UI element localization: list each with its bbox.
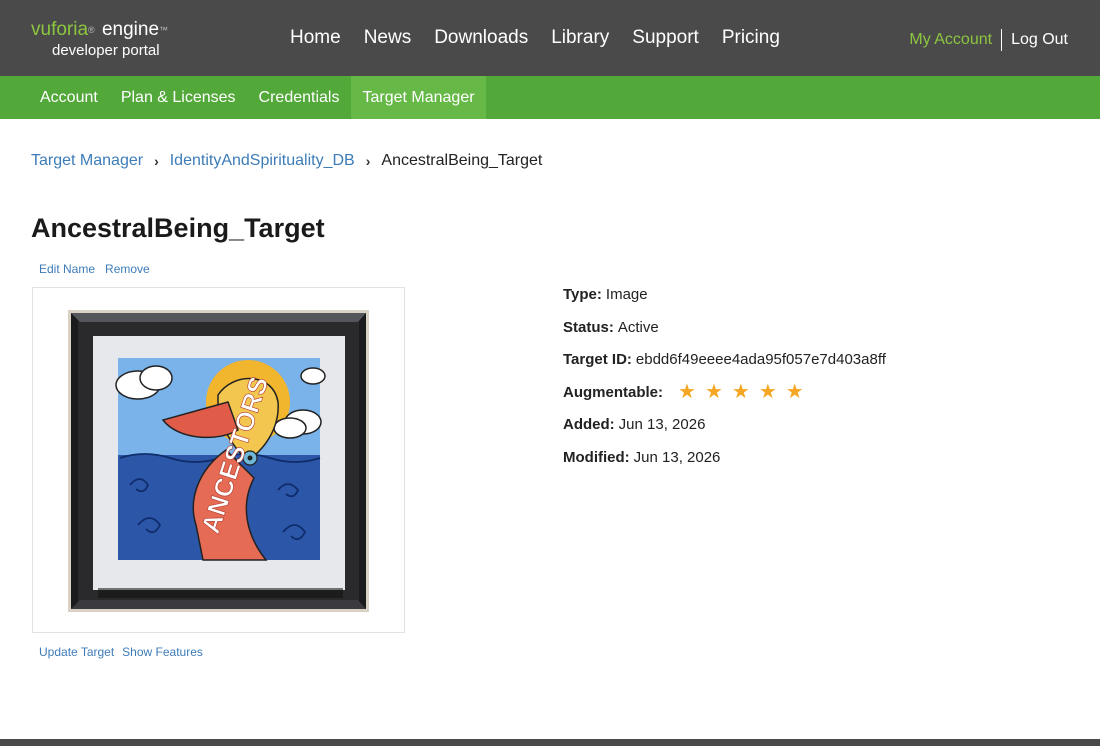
detail-augmentable: Augmentable: ★ ★ ★ ★ ★ [563, 382, 886, 415]
detail-modified: Modified: Jun 13, 2026 [563, 447, 886, 480]
update-target-link[interactable]: Update Target [39, 645, 114, 659]
vuforia-logo[interactable]: vuforia® engine™ developer portal [31, 18, 191, 62]
nav-support[interactable]: Support [632, 26, 699, 50]
star-icon: ★ [704, 380, 723, 403]
logo-registered-mark: ® [88, 25, 95, 35]
detail-type: Type: Image [563, 284, 886, 317]
show-features-link[interactable]: Show Features [122, 645, 203, 659]
remove-link[interactable]: Remove [105, 262, 150, 276]
breadcrumb-database[interactable]: IdentityAndSpirituality_DB [170, 150, 355, 172]
logo-engine: engine [101, 19, 160, 40]
target-actions: Edit Name Remove [39, 262, 160, 276]
status-label: Status: [563, 318, 614, 336]
added-label: Added: [563, 416, 615, 434]
subnav-account[interactable]: Account [0, 76, 109, 119]
type-label: Type: [563, 286, 602, 303]
target-image: ANCESTORS [68, 310, 369, 612]
modified-label: Modified: [563, 448, 630, 466]
subnav-target-manager[interactable]: Target Manager [350, 76, 487, 119]
status-value: Active [617, 318, 659, 336]
augmentable-label: Augmentable: [563, 383, 664, 401]
target-details: Type: Image Status: Active Target ID: eb… [563, 284, 886, 480]
sub-nav: Account Plan & Licenses Credentials Targ… [0, 76, 1100, 119]
main-nav: Home News Downloads Library Support Pric… [290, 26, 803, 50]
nav-library[interactable]: Library [551, 26, 609, 50]
breadcrumb-current: AncestralBeing_Target [381, 152, 543, 169]
nav-downloads[interactable]: Downloads [434, 26, 528, 50]
modified-value: Jun 13, 2026 [633, 448, 721, 466]
footer-bar [0, 739, 1100, 746]
augmentable-rating: ★ ★ ★ ★ ★ [678, 382, 813, 402]
target-id-value: ebdd6f49eeee4ada95f057e7d403a8ff [635, 351, 886, 369]
log-out-link[interactable]: Log Out [1011, 31, 1068, 49]
subnav-plan-licenses[interactable]: Plan & Licenses [109, 76, 247, 119]
logo-trademark: ™ [159, 25, 169, 35]
detail-target-id: Target ID: ebdd6f49eeee4ada95f057e7d403a… [563, 349, 886, 382]
account-divider [1001, 29, 1003, 51]
nav-pricing[interactable]: Pricing [722, 26, 780, 50]
breadcrumb-chevron-icon: › [365, 153, 371, 169]
target-bottom-actions: Update Target Show Features [39, 645, 211, 659]
star-icon: ★ [785, 380, 804, 403]
logo-subtitle: developer portal [52, 42, 160, 59]
detail-status: Status: Active [563, 317, 886, 350]
nav-home[interactable]: Home [290, 26, 341, 50]
target-image-box: ANCESTORS [32, 287, 405, 633]
type-value: Image [605, 286, 648, 303]
page-title: AncestralBeing_Target [31, 213, 325, 243]
top-header: vuforia® engine™ developer portal Home N… [0, 0, 1100, 76]
breadcrumb-target-manager[interactable]: Target Manager [31, 150, 143, 172]
breadcrumb-chevron-icon: › [154, 153, 159, 169]
star-icon: ★ [731, 380, 750, 403]
detail-added: Added: Jun 13, 2026 [563, 414, 886, 447]
breadcrumb: Target Manager › IdentityAndSpirituality… [31, 150, 542, 172]
account-area: My Account Log Out [909, 29, 1068, 51]
my-account-link[interactable]: My Account [909, 31, 992, 49]
logo-brand: vuforia [31, 19, 89, 40]
star-icon: ★ [758, 380, 777, 403]
subnav-credentials[interactable]: Credentials [247, 76, 351, 119]
target-id-label: Target ID: [563, 351, 632, 369]
star-icon: ★ [678, 380, 696, 403]
nav-news[interactable]: News [364, 26, 412, 50]
edit-name-link[interactable]: Edit Name [39, 262, 95, 276]
added-value: Jun 13, 2026 [618, 416, 706, 434]
